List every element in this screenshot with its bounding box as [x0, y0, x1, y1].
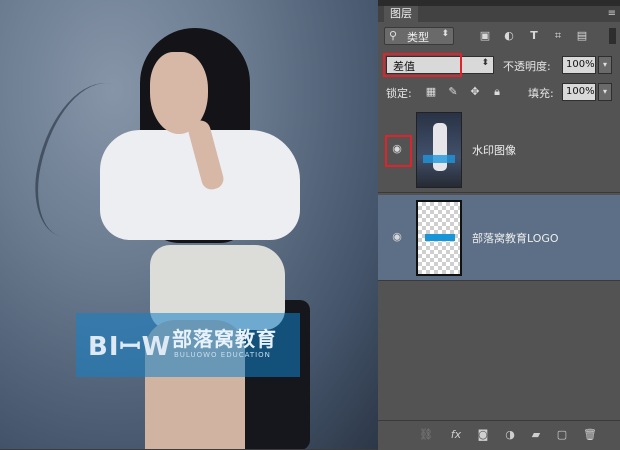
lock-all-icon[interactable]: 🔒︎	[490, 85, 504, 99]
layer-thumbnail	[416, 112, 462, 188]
layers-list: ◉ 水印图像 ◉ 部落窝教育LOGO	[378, 107, 620, 417]
layer-filter-row: ⚲ 类型 ⬍ ▣ ◐ T ⌗ ▤	[378, 22, 620, 50]
document-canvas[interactable]: BIꟷW 部落窝教育 BULUOWO EDUCATION	[0, 0, 378, 449]
panel-menu-icon[interactable]: ≡	[608, 8, 616, 19]
delete-icon[interactable]: 🗑︎	[582, 427, 598, 443]
group-icon[interactable]: ▰	[528, 427, 544, 443]
thumbnail-watermark	[423, 155, 455, 163]
filter-kind-label: 类型	[407, 31, 429, 44]
watermark-logo: BIꟷW	[88, 332, 172, 362]
layer-name[interactable]: 部落窝教育LOGO	[472, 230, 559, 246]
layer-thumbnail	[416, 200, 462, 276]
layer-row-watermark-image[interactable]: ◉ 水印图像	[378, 107, 620, 193]
fx-icon[interactable]: fx	[448, 427, 464, 443]
opacity-label: 不透明度:	[503, 60, 551, 73]
tab-layers[interactable]: 图层	[384, 6, 418, 22]
lock-fill-row: 锁定: ▦ ✎ ✥ 🔒︎ 填充: 100% ▾	[378, 80, 620, 106]
smart-object-filter-icon[interactable]: ▤	[575, 29, 589, 43]
fill-input[interactable]: 100%	[562, 83, 596, 101]
opacity-slider-button[interactable]: ▾	[598, 56, 612, 74]
layers-bottom-bar: ⛓ fx ◙ ◑ ▰ ▢ 🗑︎	[378, 420, 620, 450]
layer-row-logo[interactable]: ◉ 部落窝教育LOGO	[378, 195, 620, 281]
visibility-highlight-box	[385, 135, 412, 167]
watermark-chinese-text: 部落窝教育	[172, 327, 277, 351]
adjustment-icon[interactable]: ◑	[502, 427, 518, 443]
chevron-updown-icon: ⬍	[481, 58, 489, 68]
thumbnail-logo	[425, 234, 455, 241]
image-filter-icon[interactable]: ▣	[478, 29, 492, 43]
blend-mode-highlight-box	[383, 53, 462, 77]
panel-tab-bar: 图层 ≡	[378, 6, 620, 22]
search-icon: ⚲	[389, 29, 398, 42]
adjustment-filter-icon[interactable]: ◐	[502, 29, 516, 43]
watermark-overlay: BIꟷW 部落窝教育 BULUOWO EDUCATION	[76, 313, 300, 377]
type-filter-icon[interactable]: T	[527, 29, 541, 43]
fill-slider-button[interactable]: ▾	[598, 83, 612, 101]
chevron-updown-icon: ⬍	[441, 29, 449, 39]
thumbnail-figure	[433, 123, 447, 171]
link-icon[interactable]: ⛓	[418, 427, 434, 443]
mask-icon[interactable]: ◙	[475, 427, 491, 443]
lock-position-icon[interactable]: ✥	[468, 85, 482, 99]
layer-name[interactable]: 水印图像	[472, 142, 516, 158]
lock-image-icon[interactable]: ✎	[446, 85, 460, 99]
filter-toggle-switch[interactable]	[609, 28, 616, 44]
fill-label: 填充:	[528, 87, 554, 100]
filter-kind-dropdown[interactable]: ⚲ 类型 ⬍	[384, 27, 454, 45]
layers-panel: 图层 ≡ ⚲ 类型 ⬍ ▣ ◐ T ⌗ ▤ 差值 ⬍ 不透明度: 100% ▾ …	[378, 0, 620, 450]
lock-label: 锁定:	[386, 87, 412, 100]
visibility-eye-icon[interactable]: ◉	[390, 231, 404, 242]
blend-opacity-row: 差值 ⬍ 不透明度: 100% ▾	[378, 50, 620, 80]
lock-transparent-icon[interactable]: ▦	[424, 85, 438, 99]
shape-filter-icon[interactable]: ⌗	[551, 29, 565, 43]
opacity-input[interactable]: 100%	[562, 56, 596, 74]
watermark-english-text: BULUOWO EDUCATION	[174, 351, 271, 359]
new-layer-icon[interactable]: ▢	[554, 427, 570, 443]
